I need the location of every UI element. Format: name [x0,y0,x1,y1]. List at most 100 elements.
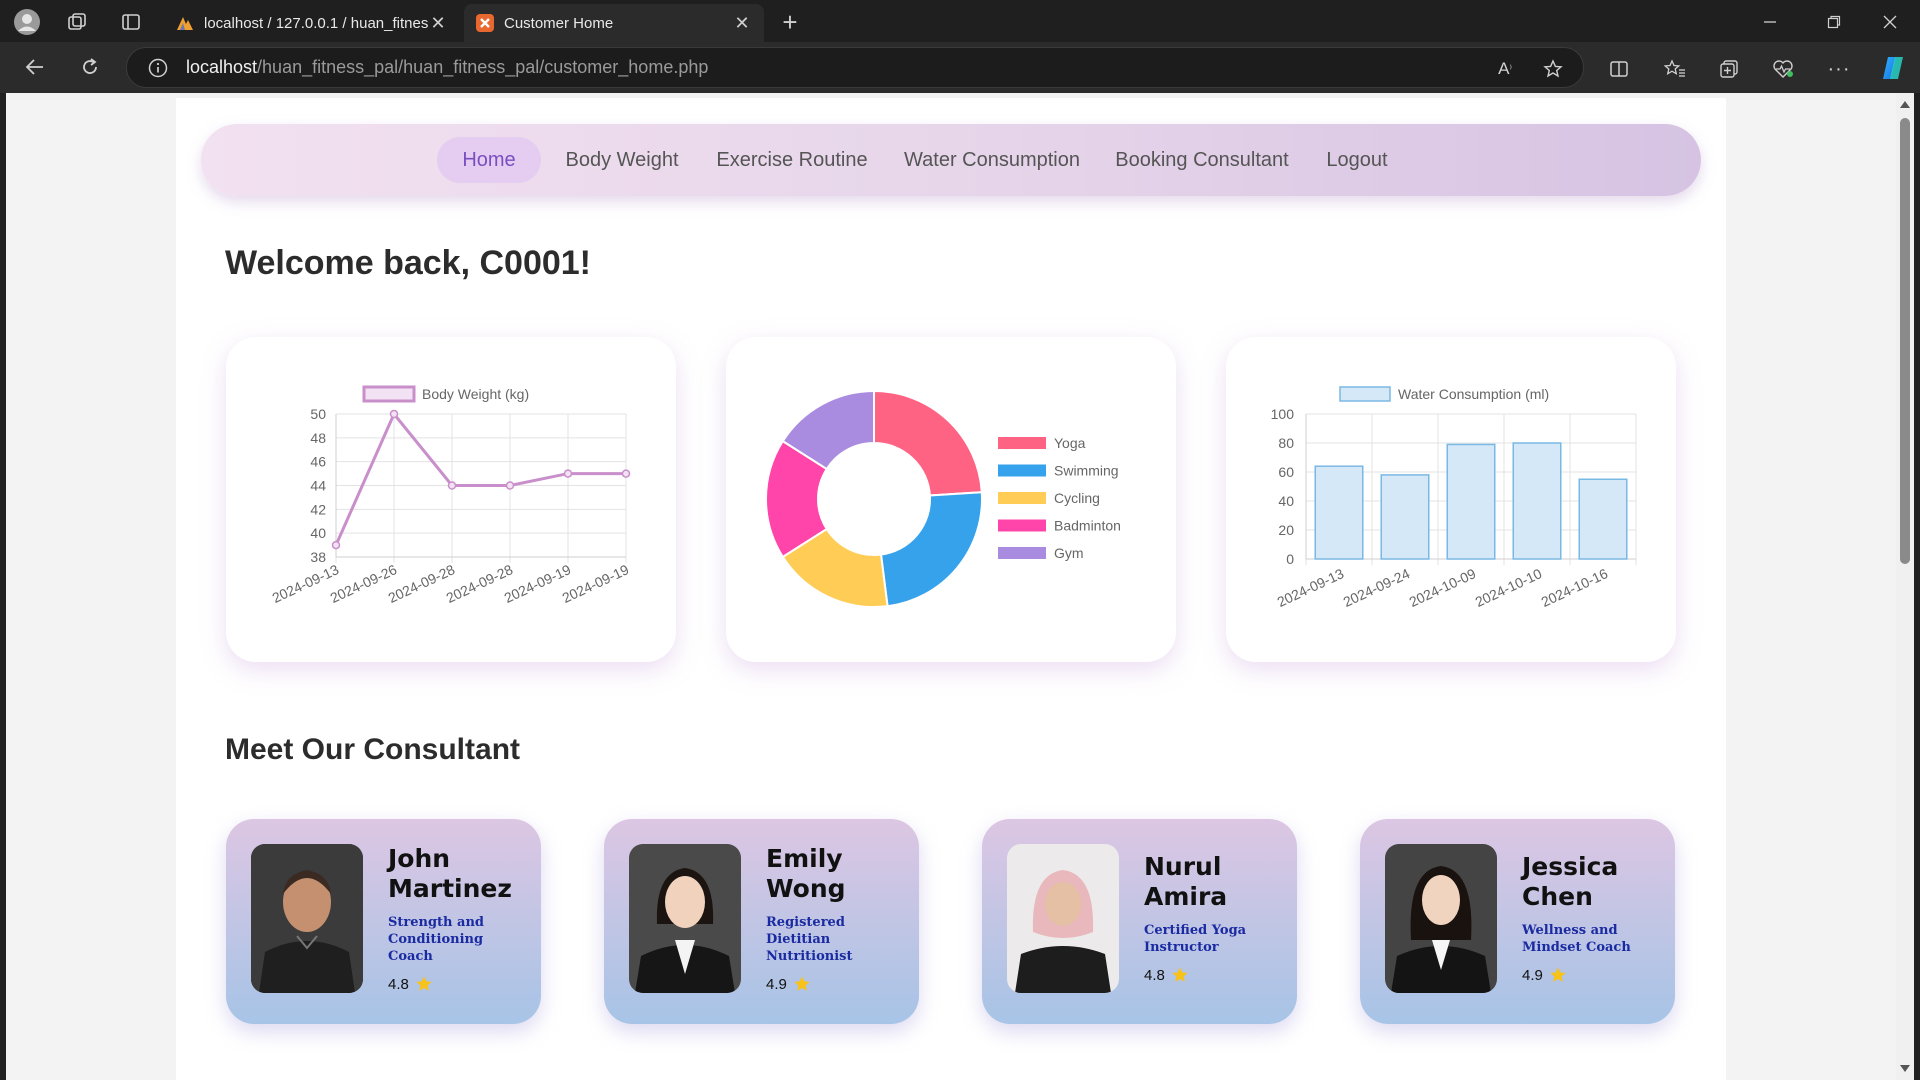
xampp-favicon-icon [476,14,494,32]
x-tick-label: 2024-09-24 [1341,565,1413,610]
data-point [563,469,573,478]
y-tick-label: 48 [310,430,326,446]
legend-label: Gym [1054,545,1084,561]
star-icon [794,976,810,991]
minimize-icon[interactable] [1758,10,1782,34]
consultant-info: Emily Wong Registered Dietitian Nutritio… [766,844,906,993]
y-tick-label: 38 [310,549,326,565]
scrollbar-thumb[interactable] [1900,118,1910,564]
legend-label: Yoga [1054,435,1086,451]
split-screen-icon[interactable] [1606,56,1632,82]
legend-swatch [362,385,416,403]
data-point [389,409,399,419]
browser-tab-customer-home[interactable]: Customer Home ✕ [464,4,764,42]
scroll-down-arrow-icon[interactable] [1900,1065,1910,1072]
copilot-icon[interactable] [1878,53,1908,83]
water-consumption-chart: 1008060402002024-09-132024-09-242024-10-… [1271,386,1637,610]
donut-slice [873,389,983,497]
consultant-rating: 4.8 [388,975,528,993]
data-point [505,481,515,490]
phpmyadmin-favicon-icon [177,17,193,30]
y-tick-label: 44 [310,478,326,494]
restore-icon[interactable] [1822,10,1846,34]
data-point [621,469,631,478]
star-icon [1172,967,1188,982]
read-aloud-icon[interactable]: A ⁾ [1492,56,1518,82]
data-point [447,481,457,490]
consultant-name: Jessica Chen [1522,852,1619,911]
nav-logout[interactable]: Logout [1317,137,1397,183]
body-weight-chart-card: 50 48 46 44 42 40 38 2024-09-13 2024-09-26 2024-0… [226,337,676,662]
y-tick-label: 50 [310,406,326,422]
nav-body-weight[interactable]: Body Weight [557,137,687,183]
nav-booking-consultant[interactable]: Booking Consultant [1107,137,1297,183]
x-tick-label: 2024-10-16 [1539,565,1611,610]
consultant-card[interactable]: Jessica Chen Wellness and Mindset Coach … [1360,819,1675,1024]
legend-label: Body Weight (kg) [422,386,529,402]
workspaces-icon[interactable] [64,9,90,35]
heart-pulse-icon[interactable] [1770,56,1796,82]
bar [1380,474,1430,560]
y-tick-label: 42 [310,501,326,517]
donut-slice [879,491,983,608]
tab-close-icon[interactable]: ✕ [428,13,448,34]
legend-swatch [1339,386,1391,402]
back-arrow-icon[interactable] [20,52,50,82]
main-nav: Home Body Weight Exercise Routine Water … [201,124,1701,196]
bar [1578,478,1628,560]
tab-actions-icon[interactable] [118,9,144,35]
consultant-name: Emily Wong [766,844,846,903]
y-tick-label: 60 [1278,464,1294,480]
legend-label: Badminton [1054,518,1121,534]
y-tick-label: 80 [1278,435,1294,451]
close-icon[interactable] [1878,10,1902,34]
consultant-card[interactable]: John Martinez Strength and Conditioning … [226,819,541,1024]
consultant-role: Strength and Conditioning Coach [388,915,485,964]
nav-exercise-routine[interactable]: Exercise Routine [707,137,877,183]
legend-swatch [998,437,1046,449]
x-tick-label: 2024-09-19 [560,561,632,606]
nav-water-consumption[interactable]: Water Consumption [897,137,1087,183]
legend-swatch [998,519,1046,532]
body-weight-chart: 504846444240382024-09-132024-09-262024-0… [270,385,632,606]
star-icon [1550,967,1566,982]
consultant-card[interactable]: Nurul Amira Certified Yoga Instructor 4.… [982,819,1297,1024]
y-tick-label: 100 [1271,406,1295,422]
y-tick-label: 46 [310,454,326,470]
exercise-chart-card: Yoga Swimming Cycling Badminton Gym [726,337,1176,662]
favorites-icon[interactable] [1662,56,1688,82]
series-line [334,411,626,546]
tab-close-icon[interactable]: ✕ [732,13,752,34]
consultant-photo [629,844,741,993]
data-point [331,540,341,550]
consultant-name: John Martinez [388,844,512,903]
bar [1512,442,1562,560]
y-tick-label: 40 [1278,493,1294,509]
profile-icon[interactable] [12,7,42,37]
rating-value: 4.9 [1522,966,1543,984]
collections-icon[interactable] [1716,56,1742,82]
browser-tab-phpmyadmin[interactable]: localhost / 127.0.0.1 / huan_fitness_pal… [164,4,460,42]
refresh-icon[interactable] [75,52,105,82]
url-host: localhost [186,57,258,77]
legend-label: Water Consumption (ml) [1398,386,1549,402]
tab-title: localhost / 127.0.0.1 / huan_fitness_pal [204,14,428,32]
info-icon[interactable] [146,56,170,80]
consultant-role: Wellness and Mindset Coach [1522,923,1631,955]
legend-label: Cycling [1054,490,1100,506]
welcome-heading: Welcome back, C0001! [225,244,591,282]
consultant-card[interactable]: Emily Wong Registered Dietitian Nutritio… [604,819,919,1024]
nav-home[interactable]: Home [437,137,541,183]
more-icon[interactable]: ··· [1826,56,1852,82]
exercise-donut-chart: Yoga Swimming Cycling Badminton Gym [765,389,1121,608]
consultant-rating: 4.9 [1522,966,1662,984]
plus-icon[interactable]: + [776,7,804,37]
consultant-info: Nurul Amira Certified Yoga Instructor 4.… [1144,852,1284,984]
star-icon[interactable] [1540,56,1566,82]
url-text[interactable]: localhost/huan_fitness_pal/huan_fitness_… [186,57,708,78]
scroll-up-arrow-icon[interactable] [1900,101,1910,108]
x-tick-label: 2024-09-13 [1275,565,1347,610]
browser-tab-bar: localhost / 127.0.0.1 / huan_fitness_pal… [0,0,1920,42]
consultant-info: Jessica Chen Wellness and Mindset Coach … [1522,852,1662,984]
consultants-heading: Meet Our Consultant [225,733,521,766]
